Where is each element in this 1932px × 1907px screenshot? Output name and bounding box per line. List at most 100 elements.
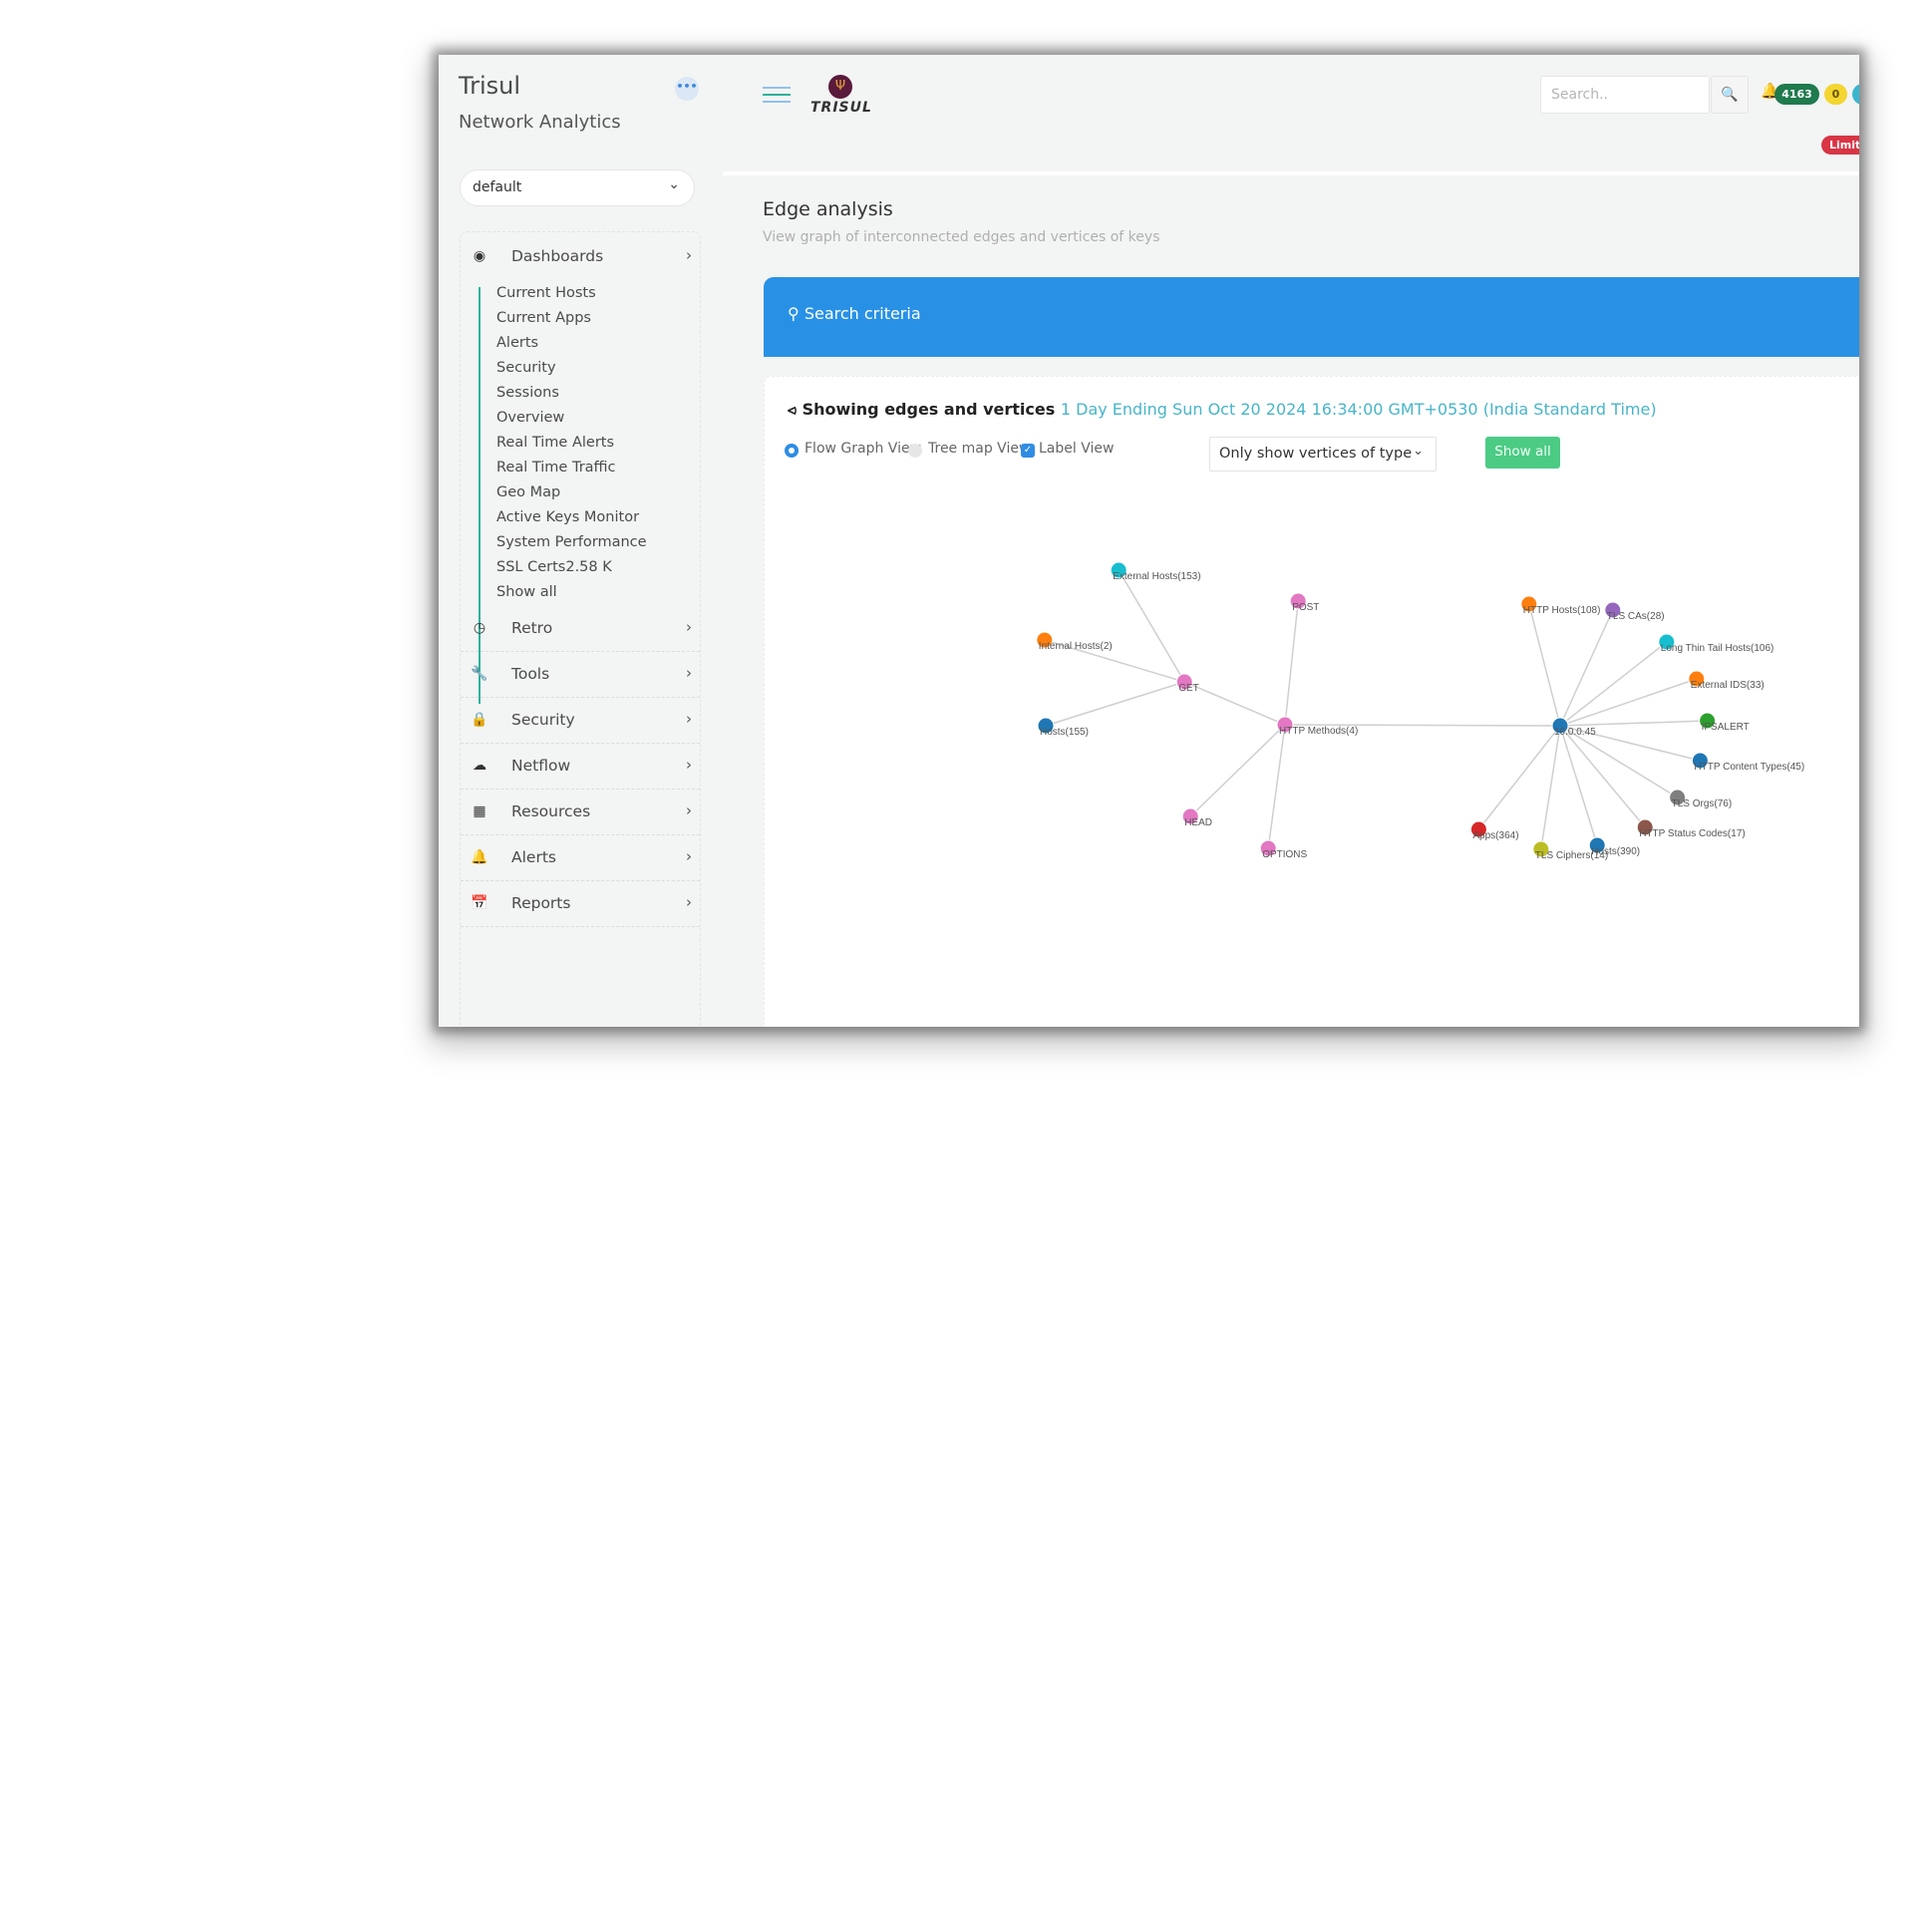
submenu-item-system-performance[interactable]: System Performance: [496, 534, 647, 550]
graph-node-label: Hosts(155): [1040, 727, 1089, 738]
sidebar-item-label: Tools: [511, 665, 550, 683]
wrench-icon: 🔧: [471, 666, 488, 682]
submenu-item-security[interactable]: Security: [496, 360, 556, 376]
chevron-right-icon: ›: [686, 710, 692, 728]
vertex-type-select-value: Only show vertices of type: [1219, 446, 1413, 462]
submenu-item-current-apps[interactable]: Current Apps: [496, 310, 591, 326]
graph-node-label: External Hosts(153): [1113, 571, 1200, 582]
alerts-count-badge[interactable]: 4163: [1774, 84, 1819, 105]
graph-node-label: TLS CAs(28): [1607, 611, 1665, 622]
sidebar-item-dashboards[interactable]: ◉ Dashboards ›: [461, 236, 700, 280]
browser-window: Trisul Network Analytics ••• default ⌄ ◉…: [439, 55, 1859, 1027]
graph-edge: [1183, 681, 1286, 726]
sidebar-item-label: Resources: [511, 802, 591, 820]
sidebar-item-label: Dashboards: [511, 247, 604, 265]
trisul-logo[interactable]: Ψ TRISUL: [810, 75, 880, 121]
search-icon: 🔍: [1721, 87, 1739, 103]
graph-edge: [1045, 681, 1185, 727]
search-icon: ⚲: [788, 304, 800, 323]
submenu-item-ssl-certs[interactable]: SSL Certs2.58 K: [496, 559, 612, 575]
graph-edge: [1528, 603, 1561, 727]
chevron-down-icon: ⌄: [1413, 444, 1424, 459]
app-title: Trisul: [459, 72, 521, 100]
graph-node-label: HTTP Content Types(45): [1694, 762, 1804, 773]
submenu-item-real-time-alerts[interactable]: Real Time Alerts: [496, 435, 614, 451]
flow-graph-view-radio[interactable]: [785, 444, 799, 458]
image-icon: ▦: [473, 803, 486, 819]
search-input[interactable]: [1540, 76, 1710, 114]
profile-select[interactable]: default ⌄: [460, 169, 695, 206]
label-view-checkbox[interactable]: ✓: [1021, 444, 1035, 458]
card-title: ⪦ Showing edges and vertices 1 Day Endin…: [788, 400, 1657, 420]
submenu-item-current-hosts[interactable]: Current Hosts: [496, 285, 596, 301]
label-view-label[interactable]: Label View: [1039, 441, 1114, 457]
graph-edge: [1477, 725, 1561, 830]
cloud-icon: ☁: [473, 758, 486, 774]
sidebar-item-reports[interactable]: 📅 Reports ›: [461, 883, 700, 927]
warning-count-badge[interactable]: 0: [1824, 84, 1847, 105]
time-interval[interactable]: 1 Day Ending Sun Oct 20 2024 16:34:00 GM…: [1061, 400, 1657, 419]
info-count-badge[interactable]: 0: [1852, 84, 1859, 105]
card-title-text: Showing edges and vertices: [802, 400, 1056, 419]
graph-edge: [1559, 725, 1646, 828]
sidebar-item-label: Netflow: [511, 757, 571, 775]
graph-node-label: OPTIONS: [1262, 849, 1307, 860]
ellipsis-icon[interactable]: •••: [675, 77, 699, 101]
graph-node-label: POST: [1292, 602, 1319, 613]
edge-graph: External Hosts(153) Internal Hosts(2) Host…: [1036, 561, 1804, 861]
submenu-item-overview[interactable]: Overview: [496, 410, 564, 426]
chevron-right-icon: ›: [686, 246, 692, 264]
graph-node-label: GET: [1178, 683, 1199, 694]
tree-map-view-label[interactable]: Tree map View: [928, 441, 1030, 457]
sidebar-item-netflow[interactable]: ☁ Netflow ›: [461, 746, 700, 790]
sidebar-item-alerts[interactable]: 🔔 Alerts ›: [461, 837, 700, 881]
tree-map-view-radio[interactable]: [908, 444, 922, 458]
page-title: Edge analysis: [763, 198, 893, 220]
sidebar-item-tools[interactable]: 🔧 Tools ›: [461, 654, 700, 698]
graph-node-label: External IDS(33): [1691, 680, 1765, 691]
sidebar-item-label: Retro: [511, 619, 553, 637]
submenu-item-show-all[interactable]: Show all: [496, 584, 557, 600]
header-divider: [723, 171, 1859, 175]
share-icon: ⪦: [788, 400, 798, 419]
lock-icon: 🔒: [471, 712, 488, 728]
hamburger-menu-icon[interactable]: [763, 87, 791, 105]
search-button[interactable]: 🔍: [1711, 76, 1749, 114]
graph-node-label: Long Thin Tail Hosts(106): [1661, 643, 1774, 654]
sidebar-item-resources[interactable]: ▦ Resources ›: [461, 792, 700, 835]
chevron-right-icon: ›: [686, 893, 692, 911]
graph-edge: [1559, 641, 1668, 727]
search-criteria-panel[interactable]: ⚲ Search criteria: [764, 277, 1859, 357]
sidebar-item-label: Security: [511, 711, 575, 729]
chevron-right-icon: ›: [686, 756, 692, 774]
submenu-item-geo-map[interactable]: Geo Map: [496, 484, 560, 500]
graph-edge: [1559, 720, 1708, 727]
sidebar-item-security[interactable]: 🔒 Security ›: [461, 700, 700, 744]
sidebar: Trisul Network Analytics ••• default ⌄ ◉…: [439, 55, 723, 1027]
view-controls: Flow Graph View Tree map View ✓ Label Vi…: [785, 437, 1682, 472]
graph-node-label: Internal Hosts(2): [1039, 641, 1113, 652]
graph-node-label: TLS Ciphers(14): [1535, 850, 1608, 861]
submenu-item-active-keys-monitor[interactable]: Active Keys Monitor: [496, 509, 639, 525]
submenu-item-real-time-traffic[interactable]: Real Time Traffic: [496, 460, 616, 476]
chevron-right-icon: ›: [686, 664, 692, 682]
flow-graph-view-label[interactable]: Flow Graph View: [805, 441, 921, 457]
trident-icon: Ψ: [828, 75, 852, 99]
vertex-type-select[interactable]: Only show vertices of type ⌄: [1209, 437, 1437, 472]
dashboard-icon: ◉: [473, 248, 486, 264]
submenu-item-sessions[interactable]: Sessions: [496, 385, 559, 401]
show-all-button[interactable]: Show all: [1485, 437, 1560, 469]
sidebar-item-label: Reports: [511, 894, 571, 912]
license-badge: Limited: [1821, 136, 1859, 155]
page-subtitle: View graph of interconnected edges and v…: [763, 229, 1160, 245]
sidebar-item-retro[interactable]: ◷ Retro ›: [461, 608, 700, 652]
graph-edge: [1189, 724, 1286, 817]
calendar-icon: 📅: [471, 895, 488, 911]
chevron-right-icon: ›: [686, 801, 692, 819]
search-criteria-label: Search criteria: [804, 304, 921, 323]
sidebar-item-label: Alerts: [511, 848, 556, 866]
graph-node-label: HEAD: [1184, 817, 1212, 828]
graph-edge: [1559, 725, 1598, 846]
app-subtitle: Network Analytics: [459, 112, 621, 133]
submenu-item-alerts[interactable]: Alerts: [496, 335, 538, 351]
